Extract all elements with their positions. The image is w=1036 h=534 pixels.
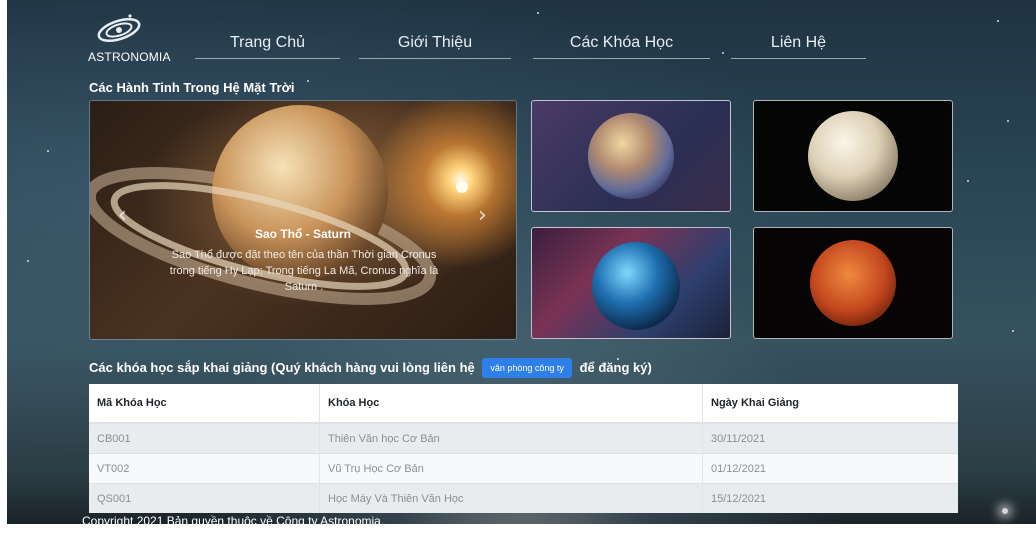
nav-item-courses[interactable]: Các Khóa Học — [533, 34, 710, 59]
courses-intro-prefix: Các khóa học sắp khai giảng (Quý khách h… — [89, 360, 475, 375]
column-header-code: Mã Khóa Học — [89, 384, 320, 424]
galaxy-icon — [97, 14, 141, 42]
contact-office-button[interactable]: văn phòng công ty — [482, 358, 572, 378]
carousel-next-icon[interactable]: › — [478, 205, 487, 227]
venus-thumbnail[interactable] — [753, 100, 953, 212]
course-table: Mã Khóa Học Khóa Học Ngày Khai Giảng CB0… — [89, 384, 958, 513]
star — [537, 12, 539, 14]
slide-description: Sao Thổ được đặt theo tên của thần Thời … — [169, 249, 439, 293]
brand-logo[interactable]: ASTRONOMIA — [88, 10, 178, 66]
course-start-date: 01/12/2021 — [702, 453, 958, 484]
neptune-thumbnail[interactable] — [531, 227, 731, 339]
star — [1002, 508, 1008, 514]
mercury-image — [588, 113, 674, 199]
star — [997, 20, 999, 22]
column-header-start-date: Ngày Khai Giảng — [702, 384, 958, 424]
mars-thumbnail[interactable] — [753, 227, 953, 339]
nav-item-contact[interactable]: Liên Hệ — [731, 34, 866, 59]
planet-carousel[interactable]: ‹ › Sao Thổ - Saturn Sao Thổ được đặt th… — [89, 100, 517, 340]
neptune-image — [592, 242, 680, 330]
nav-item-about[interactable]: Giới Thiệu — [359, 34, 511, 59]
course-name: Thiên Văn học Cơ Bản — [319, 422, 703, 454]
slide-title: Sao Thổ - Saturn — [255, 227, 351, 241]
nav-item-home[interactable]: Trang Chủ — [195, 34, 340, 59]
planets-section-title: Các Hành Tinh Trong Hệ Mặt Trời — [89, 80, 295, 95]
course-code: VT002 — [89, 453, 320, 484]
star — [722, 52, 724, 54]
course-code: QS001 — [89, 483, 320, 513]
course-name: Học Máy Và Thiên Văn Học — [319, 483, 703, 513]
star — [1007, 120, 1009, 122]
course-start-date: 30/11/2021 — [702, 422, 958, 454]
table-row: QS001 Học Máy Và Thiên Văn Học 15/12/202… — [89, 483, 958, 513]
star — [27, 260, 29, 262]
saturn-image — [90, 101, 516, 339]
star — [47, 150, 49, 152]
course-start-date: 15/12/2021 — [702, 483, 958, 513]
carousel-prev-icon[interactable]: ‹ — [118, 205, 127, 227]
mercury-thumbnail[interactable] — [531, 100, 731, 212]
table-row: VT002 Vũ Trụ Học Cơ Bản 01/12/2021 — [89, 453, 958, 484]
table-header-row: Mã Khóa Học Khóa Học Ngày Khai Giảng — [89, 384, 958, 424]
page-background: ASTRONOMIA Trang Chủ Giới Thiệu Các Khóa… — [7, 0, 1036, 524]
star — [307, 80, 309, 82]
star — [1012, 330, 1014, 332]
course-code: CB001 — [89, 422, 320, 454]
brand-name: ASTRONOMIA — [88, 50, 171, 64]
course-name: Vũ Trụ Học Cơ Bản — [319, 453, 703, 484]
courses-intro-suffix: để đăng ký) — [579, 360, 652, 375]
mars-image — [810, 240, 896, 326]
star — [967, 180, 969, 182]
column-header-course: Khóa Học — [319, 384, 703, 424]
copyright-text: Copyright 2021 Bản quyền thuộc về Công t… — [82, 514, 385, 528]
table-row: CB001 Thiên Văn học Cơ Bản 30/11/2021 — [89, 422, 958, 454]
venus-image — [808, 111, 898, 201]
courses-intro: Các khóa học sắp khai giảng (Quý khách h… — [89, 358, 652, 378]
